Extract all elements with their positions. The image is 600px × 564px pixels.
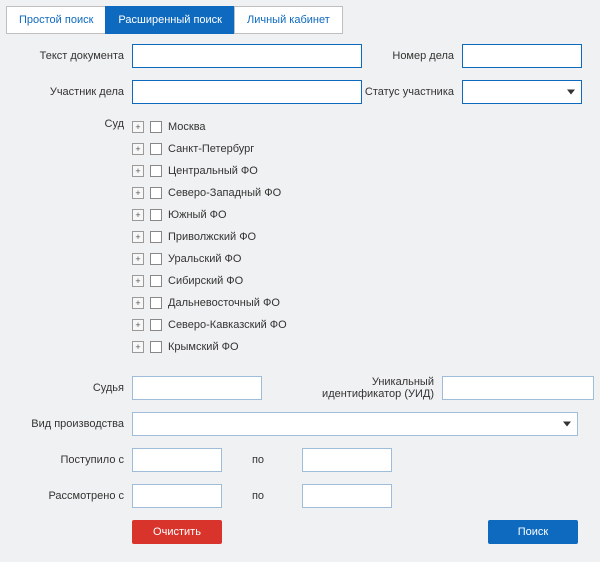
tabs: Простой поиск Расширенный поиск Личный к… [6, 6, 594, 34]
participant-input[interactable] [132, 80, 362, 104]
search-button[interactable]: Поиск [488, 520, 578, 544]
doc-text-input[interactable] [132, 44, 362, 68]
court-checkbox[interactable] [150, 121, 162, 133]
court-checkbox[interactable] [150, 341, 162, 353]
court-tree-label: Уральский ФО [168, 253, 241, 265]
court-tree-item: + Сибирский ФО [132, 270, 586, 292]
label-judge: Судья [14, 382, 132, 394]
label-doc-text: Текст документа [14, 50, 132, 62]
label-court: Суд [14, 116, 132, 130]
court-tree-item: + Центральный ФО [132, 160, 586, 182]
participant-status-select[interactable] [462, 80, 582, 104]
label-proceeding-type: Вид производства [14, 418, 132, 430]
court-tree-label: Сибирский ФО [168, 275, 243, 287]
court-tree: + Москва + Санкт-Петербург + Центральный ФО + С… [132, 116, 586, 358]
tab-simple-search[interactable]: Простой поиск [6, 6, 106, 34]
court-checkbox[interactable] [150, 275, 162, 287]
court-tree-label: Дальневосточный ФО [168, 297, 280, 309]
court-checkbox[interactable] [150, 209, 162, 221]
clear-button[interactable]: Очистить [132, 520, 222, 544]
expand-icon[interactable]: + [132, 231, 144, 243]
received-from-input[interactable] [132, 448, 222, 472]
court-checkbox[interactable] [150, 297, 162, 309]
uid-input[interactable] [442, 376, 594, 400]
label-case-number: Номер дела [362, 50, 462, 62]
expand-icon[interactable]: + [132, 297, 144, 309]
chevron-down-icon [563, 422, 571, 427]
court-tree-label: Южный ФО [168, 209, 227, 221]
court-checkbox[interactable] [150, 143, 162, 155]
court-tree-label: Северо-Кавказский ФО [168, 319, 287, 331]
court-tree-label: Москва [168, 121, 206, 133]
proceeding-type-select[interactable] [132, 412, 578, 436]
expand-icon[interactable]: + [132, 319, 144, 331]
label-received-to: по [222, 454, 302, 466]
court-tree-item: + Санкт-Петербург [132, 138, 586, 160]
court-tree-label: Санкт-Петербург [168, 143, 254, 155]
court-checkbox[interactable] [150, 231, 162, 243]
chevron-down-icon [567, 90, 575, 95]
judge-input[interactable] [132, 376, 262, 400]
court-checkbox[interactable] [150, 165, 162, 177]
label-participant-status: Статус участника [362, 86, 462, 98]
court-tree-item: + Северо-Кавказский ФО [132, 314, 586, 336]
label-received-from: Поступило с [14, 454, 132, 466]
court-tree-item: + Приволжский ФО [132, 226, 586, 248]
tab-advanced-search[interactable]: Расширенный поиск [105, 6, 235, 34]
expand-icon[interactable]: + [132, 341, 144, 353]
received-to-input[interactable] [302, 448, 392, 472]
court-tree-label: Северо-Западный ФО [168, 187, 281, 199]
court-tree-item: + Крымский ФО [132, 336, 586, 358]
court-tree-label: Приволжский ФО [168, 231, 256, 243]
court-tree-label: Крымский ФО [168, 341, 239, 353]
label-considered-to: по [222, 490, 302, 502]
considered-to-input[interactable] [302, 484, 392, 508]
court-tree-label: Центральный ФО [168, 165, 258, 177]
court-tree-item: + Северо-Западный ФО [132, 182, 586, 204]
tab-account[interactable]: Личный кабинет [234, 6, 343, 34]
court-checkbox[interactable] [150, 319, 162, 331]
expand-icon[interactable]: + [132, 209, 144, 221]
label-considered-from: Рассмотрено с [14, 490, 132, 502]
expand-icon[interactable]: + [132, 253, 144, 265]
expand-icon[interactable]: + [132, 165, 144, 177]
court-checkbox[interactable] [150, 187, 162, 199]
label-participant: Участник дела [14, 86, 132, 98]
expand-icon[interactable]: + [132, 121, 144, 133]
case-number-input[interactable] [462, 44, 582, 68]
label-uid: Уникальныйидентификатор (УИД) [262, 376, 442, 400]
expand-icon[interactable]: + [132, 187, 144, 199]
expand-icon[interactable]: + [132, 275, 144, 287]
court-tree-item: + Уральский ФО [132, 248, 586, 270]
expand-icon[interactable]: + [132, 143, 144, 155]
court-tree-item: + Дальневосточный ФО [132, 292, 586, 314]
court-tree-item: + Москва [132, 116, 586, 138]
considered-from-input[interactable] [132, 484, 222, 508]
court-checkbox[interactable] [150, 253, 162, 265]
court-tree-item: + Южный ФО [132, 204, 586, 226]
